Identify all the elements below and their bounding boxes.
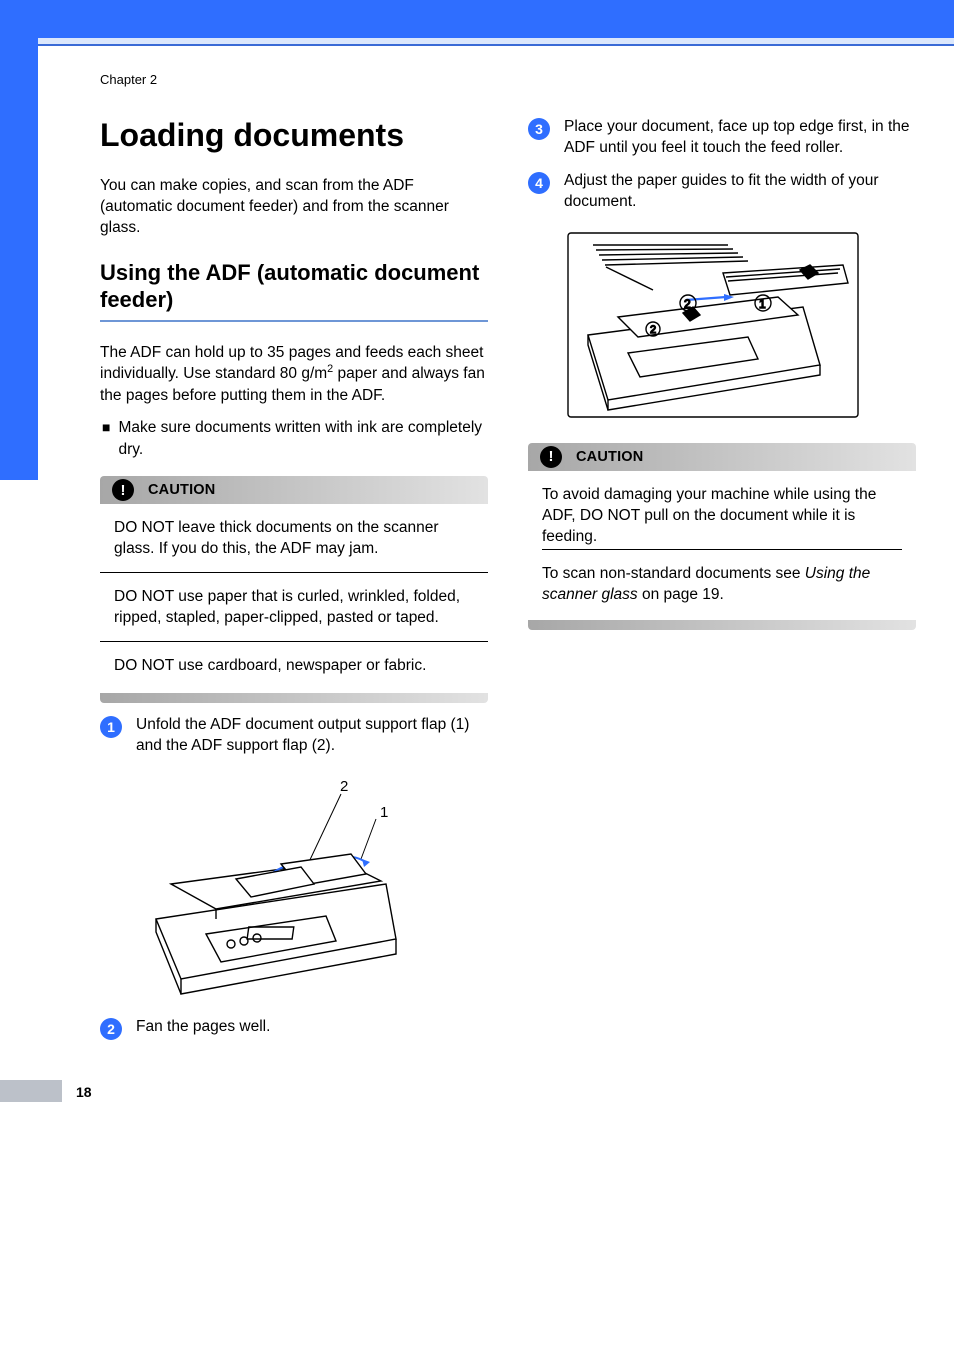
page-number-tab bbox=[0, 1080, 62, 1102]
header-band bbox=[38, 38, 954, 46]
adf-description: The ADF can hold up to 35 pages and feed… bbox=[100, 342, 488, 407]
step-4: 4 Adjust the paper guides to fit the wid… bbox=[528, 171, 916, 213]
figure-paper-guides: 1 2 2 bbox=[548, 225, 916, 425]
step-3-text: Place your document, face up top edge fi… bbox=[564, 117, 916, 159]
caution-header: ! CAUTION bbox=[528, 443, 916, 471]
step-3: 3 Place your document, face up top edge … bbox=[528, 117, 916, 159]
bullet-square-icon: ■ bbox=[102, 417, 110, 460]
step-4-text: Adjust the paper guides to fit the width… bbox=[564, 171, 916, 213]
caution-header: ! CAUTION bbox=[100, 476, 488, 504]
page-number: 18 bbox=[76, 1084, 92, 1100]
caution-label: CAUTION bbox=[576, 449, 643, 465]
caution-tail bbox=[100, 693, 488, 703]
page-content: Chapter 2 Loading documents You can make… bbox=[38, 46, 954, 1142]
sub-heading: Using the ADF (automatic document feeder… bbox=[100, 259, 488, 322]
step-2-text: Fan the pages well. bbox=[136, 1017, 270, 1040]
svg-text:1: 1 bbox=[759, 297, 766, 311]
bullet-text: Make sure documents written with ink are… bbox=[118, 417, 488, 460]
svg-text:2: 2 bbox=[684, 297, 691, 311]
step-badge-3: 3 bbox=[528, 118, 550, 140]
caution-block-left: ! CAUTION DO NOT leave thick documents o… bbox=[100, 476, 488, 703]
svg-text:2: 2 bbox=[650, 324, 656, 336]
caution-block-right: ! CAUTION To avoid damaging your machine… bbox=[528, 443, 916, 631]
step-badge-1: 1 bbox=[100, 716, 122, 738]
step-1-text: Unfold the ADF document output support f… bbox=[136, 715, 488, 757]
caution-tail bbox=[528, 620, 916, 630]
figure-adf-flaps: 1 2 bbox=[136, 769, 488, 999]
intro-text: You can make copies, and scan from the A… bbox=[100, 176, 488, 239]
caution-item: DO NOT leave thick documents on the scan… bbox=[100, 518, 488, 573]
cross-ref-suffix: on page 19. bbox=[638, 586, 724, 603]
caution-exclaim-icon: ! bbox=[112, 479, 134, 501]
left-blue-stripe bbox=[0, 0, 38, 480]
step-1: 1 Unfold the ADF document output support… bbox=[100, 715, 488, 757]
cross-ref-prefix: To scan non-standard documents see bbox=[542, 565, 805, 582]
cross-reference: To scan non-standard documents see Using… bbox=[542, 564, 902, 606]
left-column: Loading documents You can make copies, a… bbox=[100, 117, 488, 1052]
fig1-callout-2: 2 bbox=[340, 778, 348, 795]
step-badge-4: 4 bbox=[528, 172, 550, 194]
caution-item: DO NOT use paper that is curled, wrinkle… bbox=[100, 587, 488, 642]
caution-exclaim-icon: ! bbox=[540, 446, 562, 468]
right-column: 3 Place your document, face up top edge … bbox=[528, 117, 916, 1052]
caution-label: CAUTION bbox=[148, 482, 215, 498]
top-blue-bar bbox=[0, 0, 954, 38]
step-2: 2 Fan the pages well. bbox=[100, 1017, 488, 1040]
caution-item: To avoid damaging your machine while usi… bbox=[528, 485, 916, 550]
step-badge-2: 2 bbox=[100, 1018, 122, 1040]
main-heading: Loading documents bbox=[100, 117, 488, 154]
caution-item: DO NOT use cardboard, newspaper or fabri… bbox=[100, 656, 488, 679]
chapter-label: Chapter 2 bbox=[100, 72, 916, 87]
fig1-callout-1: 1 bbox=[380, 804, 388, 821]
bullet-item: ■ Make sure documents written with ink a… bbox=[102, 417, 488, 460]
